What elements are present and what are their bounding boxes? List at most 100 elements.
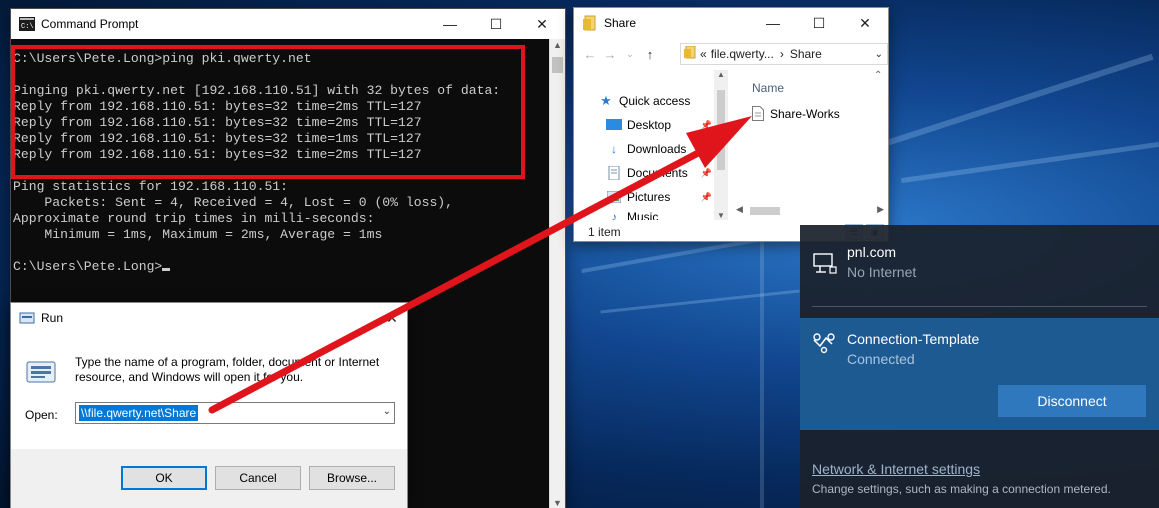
- run-content-area: [11, 333, 407, 449]
- nav-item-label: Pictures: [627, 190, 671, 204]
- folder-icon: [582, 15, 598, 31]
- network-settings-description: Change settings, such as making a connec…: [812, 482, 1111, 496]
- run-app-icon: [19, 310, 35, 326]
- network-item-header: Connection-Template Connected: [800, 318, 1159, 378]
- cmd-line: Minimum = 1ms, Maximum = 2ms, Average = …: [13, 227, 383, 242]
- ok-button[interactable]: OK: [121, 466, 207, 490]
- pin-icon: 📌: [700, 143, 712, 154]
- svg-text:C:\: C:\: [21, 23, 34, 31]
- forward-arrow-icon[interactable]: →: [600, 47, 620, 62]
- network-flyout: pnl.com No Internet Connection-Template …: [800, 225, 1159, 508]
- cmd-line: Packets: Sent = 4, Received = 4, Lost = …: [13, 195, 454, 210]
- cmd-line: Approximate round trip times in milli-se…: [13, 211, 375, 226]
- breadcrumb-parent[interactable]: file.qwerty...: [711, 47, 774, 61]
- run-icon: [25, 359, 57, 385]
- pictures-icon: [606, 190, 622, 204]
- nav-item-label: Downloads: [627, 142, 687, 156]
- cmd-line: Reply from 192.168.110.51: bytes=32 time…: [13, 131, 422, 146]
- file-name: Share-Works: [770, 106, 840, 121]
- cmd-app-icon: C:\: [19, 16, 35, 32]
- nav-item-pictures[interactable]: Pictures 📌: [606, 186, 714, 208]
- address-bar: ← → ⌄ ↑ « file.qwerty... › Share ⌄: [574, 40, 888, 68]
- horizontal-scrollbar[interactable]: ◀ ▶: [734, 204, 886, 218]
- up-arrow-icon[interactable]: ↑: [640, 47, 660, 62]
- network-status: No Internet: [847, 264, 917, 280]
- minimize-button[interactable]: —: [427, 9, 473, 39]
- close-button[interactable]: ✕: [519, 9, 565, 39]
- scrollbar-thumb[interactable]: [552, 57, 563, 73]
- recent-chevron-icon[interactable]: ⌄: [620, 49, 640, 60]
- back-arrow-icon[interactable]: ←: [580, 47, 600, 62]
- run-titlebar[interactable]: Run ✕: [11, 303, 407, 333]
- maximize-button[interactable]: ☐: [473, 9, 519, 39]
- desktop-icon: [606, 118, 622, 132]
- collapse-chevron-icon[interactable]: ⌃: [874, 70, 882, 81]
- folder-icon: [684, 45, 696, 62]
- column-header-name[interactable]: Name: [752, 81, 784, 95]
- scroll-down-icon[interactable]: ▼: [553, 498, 562, 508]
- run-title: Run: [41, 311, 64, 325]
- run-description: Type the name of a program, folder, docu…: [75, 355, 380, 384]
- minimize-button[interactable]: —: [750, 8, 796, 38]
- ethernet-icon: [812, 253, 838, 275]
- breadcrumb[interactable]: « file.qwerty... › Share ⌄: [680, 43, 888, 65]
- disconnect-button[interactable]: Disconnect: [998, 385, 1146, 417]
- navigation-scrollbar[interactable]: ▲ ▼: [714, 70, 728, 220]
- cmd-titlebar[interactable]: C:\ Command Prompt — ☐ ✕: [11, 9, 565, 39]
- scrollbar-thumb[interactable]: [750, 207, 780, 215]
- explorer-title: Share: [604, 16, 637, 30]
- pin-icon: 📌: [700, 167, 712, 178]
- network-settings-link[interactable]: Network & Internet settings: [812, 461, 980, 477]
- nav-item-downloads[interactable]: ↓ Downloads 📌: [606, 138, 714, 160]
- cmd-line: [13, 67, 551, 83]
- cmd-scrollbar[interactable]: ▲ ▼: [549, 39, 565, 508]
- scroll-left-icon[interactable]: ◀: [736, 204, 743, 215]
- scroll-down-icon[interactable]: ▼: [717, 211, 725, 220]
- run-dialog[interactable]: Run ✕ Type the name of a program, folder…: [10, 302, 408, 508]
- chevron-down-icon[interactable]: ⌄: [383, 406, 391, 417]
- nav-item-desktop[interactable]: Desktop 📌: [606, 114, 714, 136]
- file-icon: [752, 106, 764, 121]
- download-icon: ↓: [611, 142, 617, 156]
- scroll-up-icon[interactable]: ▲: [717, 70, 725, 79]
- browse-button[interactable]: Browse...: [309, 466, 395, 490]
- maximize-button[interactable]: ☐: [796, 8, 842, 38]
- nav-item-label: Desktop: [627, 118, 672, 132]
- cancel-button[interactable]: Cancel: [215, 466, 301, 490]
- text-cursor: [162, 268, 171, 271]
- breadcrumb-current[interactable]: Share: [790, 47, 822, 61]
- network-status: Connected: [847, 351, 915, 367]
- nav-item-documents[interactable]: Documents 📌: [606, 162, 714, 184]
- file-explorer-window[interactable]: Share — ☐ ✕ ← → ⌄ ↑ « file.qwerty... › S…: [573, 7, 889, 242]
- close-button[interactable]: ✕: [842, 8, 888, 38]
- star-icon: ★: [600, 93, 612, 108]
- explorer-titlebar[interactable]: Share — ☐ ✕: [574, 8, 888, 38]
- cmd-title: Command Prompt: [41, 17, 139, 31]
- file-item[interactable]: Share-Works: [752, 106, 840, 121]
- breadcrumb-overflow[interactable]: «: [700, 47, 707, 61]
- close-button[interactable]: ✕: [377, 303, 407, 333]
- pin-icon: 📌: [700, 119, 712, 130]
- breadcrumb-separator: ›: [779, 47, 784, 61]
- nav-item-music[interactable]: ♪ Music: [606, 210, 714, 220]
- document-icon: [606, 166, 622, 180]
- network-name: Connection-Template: [847, 331, 980, 347]
- cmd-prompt: C:\Users\Pete.Long>: [13, 259, 163, 274]
- scroll-right-icon[interactable]: ▶: [877, 204, 884, 215]
- open-input-value[interactable]: \\file.qwerty.net\Share: [79, 405, 199, 421]
- divider: [812, 306, 1147, 307]
- cmd-line: Reply from 192.168.110.51: bytes=32 time…: [13, 115, 422, 130]
- chevron-down-icon[interactable]: ⌄: [875, 49, 883, 60]
- nav-item-label: Music: [627, 210, 659, 220]
- cmd-line: [13, 163, 551, 179]
- scrollbar-thumb[interactable]: [717, 90, 725, 170]
- navigation-pane: ★ Quick access Desktop 📌 ↓ Downloads 📌 D…: [574, 70, 730, 220]
- cmd-line: Pinging pki.qwerty.net [192.168.110.51] …: [13, 83, 501, 98]
- network-item-pnl[interactable]: pnl.com No Internet: [800, 225, 1159, 305]
- item-count: 1 item: [588, 225, 621, 239]
- cmd-line: C:\Users\Pete.Long>ping pki.qwerty.net: [13, 51, 312, 66]
- scroll-up-icon[interactable]: ▲: [553, 40, 562, 50]
- cmd-line: Reply from 192.168.110.51: bytes=32 time…: [13, 147, 422, 162]
- cmd-line: Ping statistics for 192.168.110.51:: [13, 179, 289, 194]
- open-input[interactable]: \\file.qwerty.net\Share ⌄: [75, 402, 395, 424]
